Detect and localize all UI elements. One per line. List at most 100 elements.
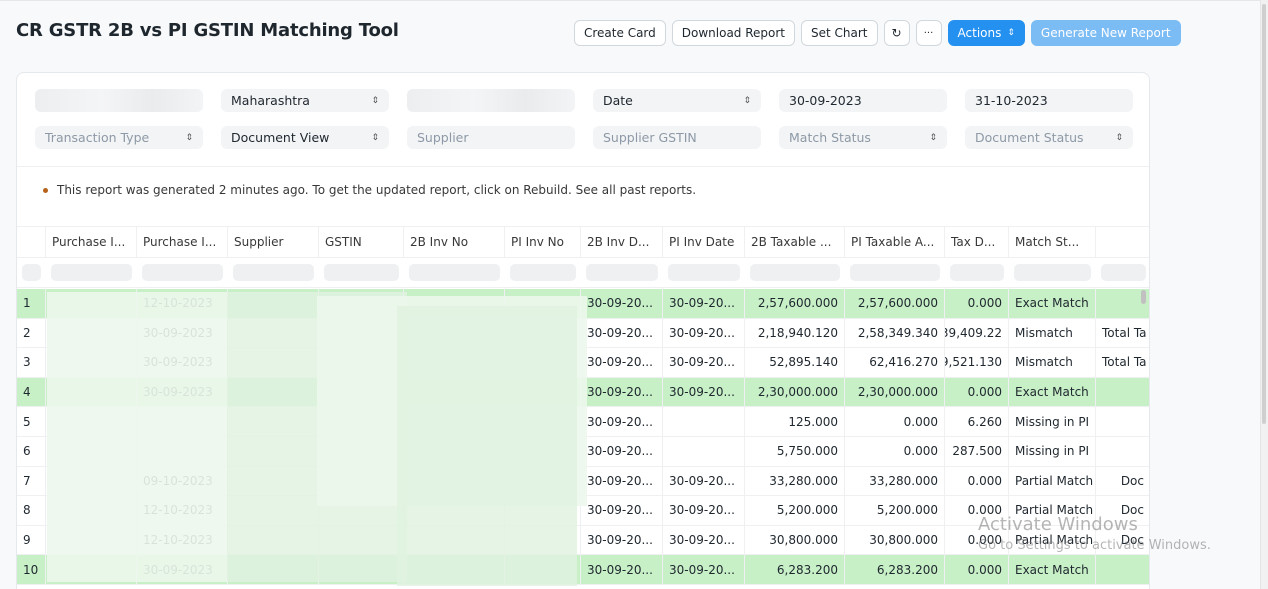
column-header[interactable]: Match St... (1009, 227, 1096, 257)
row-number: 7 (17, 466, 46, 496)
2b-taxable-cell: 2,57,600.000 (745, 289, 845, 318)
row-number: 8 (17, 496, 46, 525)
pi-inv-date-cell (663, 407, 745, 436)
supplier-gstin-input[interactable]: Supplier GSTIN (593, 126, 761, 149)
2b-inv-date-cell: 30-09-20... (581, 555, 663, 584)
column-header[interactable]: PI Taxable A... (845, 227, 945, 257)
column-filter-input[interactable] (51, 264, 132, 281)
create-card-button[interactable]: Create Card (574, 20, 666, 46)
column-filter-input[interactable] (510, 264, 576, 281)
state-select[interactable]: Maharashtra ⇕ (221, 89, 389, 112)
row-number: 6 (17, 437, 46, 466)
column-filter-input[interactable] (1101, 264, 1146, 281)
match-status-placeholder: Match Status (789, 130, 871, 145)
more-button[interactable]: ··· (915, 20, 942, 46)
refresh-button[interactable]: ↻ (883, 20, 910, 46)
match-status-cell: Exact Match (1009, 377, 1096, 407)
column-filter-input[interactable] (668, 264, 740, 281)
column-header[interactable]: GSTIN (319, 227, 404, 257)
column-filter-input[interactable] (22, 264, 41, 281)
tax-diff-cell: 0.000 (945, 555, 1009, 584)
supplier-input[interactable]: Supplier (407, 126, 575, 149)
select-arrows-icon: ⇕ (185, 132, 193, 143)
pi-taxable-cell: 0.000 (845, 407, 945, 436)
transaction-type-placeholder: Transaction Type (45, 130, 150, 145)
column-header[interactable]: 2B Inv D... (581, 227, 663, 257)
column-filter-input[interactable] (850, 264, 940, 281)
2b-taxable-cell: 5,200.000 (745, 496, 845, 525)
row-number: 3 (17, 348, 46, 377)
column-header[interactable]: 2B Taxable ... (745, 227, 845, 257)
pi-taxable-cell: 5,200.000 (845, 496, 945, 525)
column-header[interactable]: 2B Inv No (404, 227, 505, 257)
row-number: 9 (17, 525, 46, 555)
pi-taxable-cell: 6,283.200 (845, 555, 945, 584)
column-filter-input[interactable] (750, 264, 840, 281)
download-report-button[interactable]: Download Report (671, 20, 796, 46)
2b-taxable-cell: 6,283.200 (745, 555, 845, 584)
tax-diff-cell: 0.000 (945, 289, 1009, 318)
match-status-cell: Partial Match (1009, 466, 1096, 496)
row-number: 2 (17, 318, 46, 348)
2b-taxable-cell: 33,280.000 (745, 466, 845, 496)
chevron-icon: ⇕ (1007, 28, 1015, 38)
2b-inv-date-cell: 30-09-20... (581, 318, 663, 348)
column-filter-input[interactable] (586, 264, 658, 281)
report-note: This report was generated 2 minutes ago.… (43, 183, 696, 197)
extra-cell: Doc (1096, 467, 1149, 496)
tax-diff-cell: 0.000 (945, 377, 1009, 407)
column-filter-input[interactable] (233, 264, 314, 281)
column-header[interactable]: Purchase I... (137, 227, 228, 257)
transaction-type-select[interactable]: Transaction Type ⇕ (35, 126, 203, 149)
tax-diff-cell: 6.260 (945, 407, 1009, 436)
to-date-input[interactable]: 31-10-2023 (965, 89, 1133, 112)
date-type-value: Date (603, 93, 633, 108)
2b-taxable-cell: 52,895.140 (745, 348, 845, 377)
document-status-select[interactable]: Document Status ⇕ (965, 126, 1133, 149)
redacted-region (397, 306, 577, 586)
extra-cell: Total Ta (1096, 319, 1149, 348)
pi-taxable-cell: 0.000 (845, 437, 945, 466)
column-filter-input[interactable] (950, 264, 1004, 281)
column-header[interactable]: PI Inv Date (663, 227, 745, 257)
report-note-text: This report was generated 2 minutes ago.… (57, 183, 697, 197)
pi-taxable-cell: 2,58,349.340 (845, 318, 945, 348)
redacted-region (47, 292, 227, 582)
document-view-select[interactable]: Document View ⇕ (221, 126, 389, 149)
set-chart-button[interactable]: Set Chart (801, 20, 878, 46)
column-header[interactable]: PI Inv No (505, 227, 581, 257)
date-type-select[interactable]: Date ⇕ (593, 89, 761, 112)
pi-inv-date-cell: 30-09-20... (663, 466, 745, 496)
column-filter-input[interactable] (142, 264, 223, 281)
extra-cell (1096, 378, 1149, 407)
report-page: CR GSTR 2B vs PI GSTIN Matching Tool Cre… (0, 0, 1268, 589)
select-arrows-icon: ⇕ (743, 95, 751, 106)
column-filter-input[interactable] (324, 264, 399, 281)
page-scrollbar-thumb[interactable] (1262, 4, 1266, 424)
tax-diff-cell: 287.500 (945, 437, 1009, 466)
pi-inv-date-cell: 30-09-20... (663, 525, 745, 555)
pi-inv-date-cell: 30-09-20... (663, 496, 745, 525)
document-status-placeholder: Document Status (975, 130, 1084, 145)
column-filter-input[interactable] (1014, 264, 1091, 281)
from-date-input[interactable]: 30-09-2023 (779, 89, 947, 112)
table-scrollbar[interactable] (1141, 290, 1146, 304)
filter-row (17, 258, 1149, 288)
column-filter-input[interactable] (409, 264, 500, 281)
column-header[interactable]: Purchase I... (46, 227, 137, 257)
2b-inv-date-cell: 30-09-20... (581, 348, 663, 377)
company-filter[interactable] (35, 89, 203, 112)
pi-taxable-cell: 2,57,600.000 (845, 289, 945, 318)
row-number: 1 (17, 289, 46, 318)
generate-report-button[interactable]: Generate New Report (1030, 20, 1181, 46)
actions-button[interactable]: Actions ⇕ (947, 20, 1025, 46)
pi-inv-date-cell: 30-09-20... (663, 289, 745, 318)
match-status-select[interactable]: Match Status ⇕ (779, 126, 947, 149)
top-border (0, 0, 1268, 1)
match-status-cell: Exact Match (1009, 555, 1096, 584)
gstin-filter[interactable] (407, 89, 575, 112)
pi-inv-date-cell (663, 437, 745, 466)
column-header[interactable]: Tax D... (945, 227, 1009, 257)
page-title: CR GSTR 2B vs PI GSTIN Matching Tool (16, 20, 399, 41)
column-header[interactable]: Supplier (228, 227, 319, 257)
